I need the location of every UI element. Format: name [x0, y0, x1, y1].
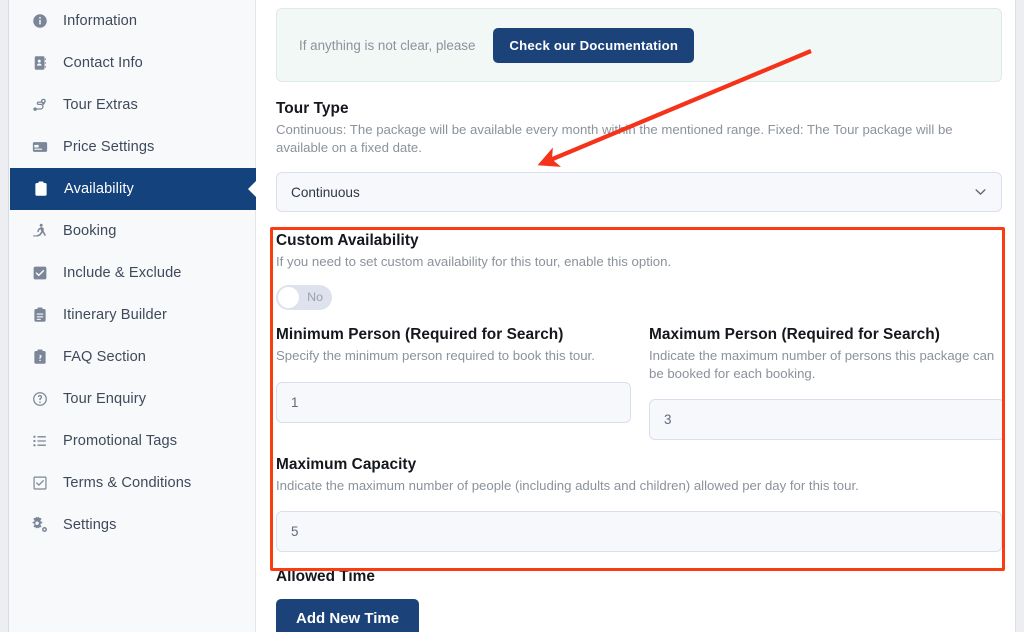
- checkbox-icon: [31, 264, 49, 282]
- clipboard-question-icon: [31, 348, 49, 366]
- toggle-knob: [278, 287, 299, 308]
- app-root: Information Contact Info Tour Extras Price …: [0, 0, 1024, 632]
- documentation-banner: If anything is not clear, please Check o…: [276, 8, 1002, 82]
- right-page-gutter: [1016, 0, 1024, 632]
- sidebar-item-availability[interactable]: Availability: [10, 168, 256, 210]
- sidebar-item-tour-extras[interactable]: Tour Extras: [9, 84, 255, 126]
- sidebar-item-itinerary-builder[interactable]: Itinerary Builder: [9, 294, 255, 336]
- sidebar-item-information[interactable]: Information: [9, 0, 255, 42]
- active-item-notch: [248, 180, 257, 198]
- contact-card-icon: [31, 54, 49, 72]
- custom-availability-description: If you need to set custom availability f…: [276, 253, 1002, 271]
- documentation-banner-text: If anything is not clear, please: [299, 38, 475, 53]
- sidebar-nav: Information Contact Info Tour Extras Price …: [9, 0, 256, 632]
- sidebar-item-label: Settings: [63, 517, 117, 533]
- sidebar-item-booking[interactable]: Booking: [9, 210, 255, 252]
- maximum-capacity-section: Maximum Capacity Indicate the maximum nu…: [276, 456, 1002, 552]
- sidebar-item-label: Availability: [64, 181, 134, 197]
- sidebar-item-label: Contact Info: [63, 55, 143, 71]
- sidebar-item-terms-conditions[interactable]: Terms & Conditions: [9, 462, 255, 504]
- person-limits-row: Minimum Person (Required for Search) Spe…: [276, 326, 1002, 440]
- sidebar-item-promotional-tags[interactable]: Promotional Tags: [9, 420, 255, 462]
- maximum-capacity-title: Maximum Capacity: [276, 456, 1002, 474]
- toggle-state-label: No: [307, 290, 323, 304]
- check-documentation-button[interactable]: Check our Documentation: [493, 28, 694, 63]
- gears-icon: [31, 516, 49, 534]
- credit-card-icon: [31, 138, 49, 156]
- custom-availability-title: Custom Availability: [276, 232, 1002, 250]
- left-page-gutter: [0, 0, 8, 632]
- route-icon: [31, 96, 49, 114]
- add-new-time-button[interactable]: Add New Time: [276, 599, 419, 632]
- maximum-person-group: Maximum Person (Required for Search) Ind…: [639, 326, 1002, 440]
- question-circle-icon: [31, 390, 49, 408]
- maximum-person-title: Maximum Person (Required for Search): [649, 326, 1002, 344]
- custom-availability-toggle[interactable]: No: [276, 285, 332, 310]
- tour-type-select-value: Continuous: [291, 185, 360, 200]
- sidebar-item-label: Price Settings: [63, 139, 154, 155]
- maximum-person-input[interactable]: 3: [649, 399, 1005, 440]
- minimum-person-input[interactable]: 1: [276, 382, 631, 423]
- sidebar-item-label: Tour Extras: [63, 97, 138, 113]
- minimum-person-description: Specify the minimum person required to b…: [276, 347, 639, 365]
- sidebar-item-label: Booking: [63, 223, 116, 239]
- info-circle-icon: [31, 12, 49, 30]
- clipboard-list-icon: [31, 306, 49, 324]
- tour-type-select[interactable]: Continuous: [276, 172, 1002, 212]
- sidebar-item-label: FAQ Section: [63, 349, 146, 365]
- sidebar-item-label: Information: [63, 13, 137, 29]
- sidebar-item-label: Itinerary Builder: [63, 307, 167, 323]
- maximum-capacity-input[interactable]: 5: [276, 511, 1002, 552]
- maximum-capacity-description: Indicate the maximum number of people (i…: [276, 477, 1002, 495]
- tour-type-title: Tour Type: [276, 100, 1002, 118]
- custom-availability-section: Custom Availability If you need to set c…: [276, 232, 1002, 310]
- minimum-person-title: Minimum Person (Required for Search): [276, 326, 639, 344]
- checkbox-outline-icon: [31, 474, 49, 492]
- sidebar-item-price-settings[interactable]: Price Settings: [9, 126, 255, 168]
- sidebar-item-label: Tour Enquiry: [63, 391, 146, 407]
- allowed-time-title: Allowed Time: [276, 568, 419, 586]
- sidebar-item-label: Promotional Tags: [63, 433, 177, 449]
- tour-type-description: Continuous: The package will be availabl…: [276, 121, 1002, 156]
- list-icon: [31, 432, 49, 450]
- sidebar-item-include-exclude[interactable]: Include & Exclude: [9, 252, 255, 294]
- sidebar-item-faq-section[interactable]: FAQ Section: [9, 336, 255, 378]
- sidebar-item-label: Include & Exclude: [63, 265, 182, 281]
- chevron-down-icon: [974, 186, 987, 199]
- sidebar-item-tour-enquiry[interactable]: Tour Enquiry: [9, 378, 255, 420]
- maximum-person-description: Indicate the maximum number of persons t…: [649, 347, 1002, 382]
- walking-person-icon: [31, 222, 49, 240]
- clipboard-icon: [32, 180, 50, 198]
- minimum-person-group: Minimum Person (Required for Search) Spe…: [276, 326, 639, 440]
- sidebar-item-contact-info[interactable]: Contact Info: [9, 42, 255, 84]
- allowed-time-section: Allowed Time Add New Time: [276, 568, 419, 632]
- tour-type-section: Tour Type Continuous: The package will b…: [276, 100, 1002, 212]
- sidebar-item-label: Terms & Conditions: [63, 475, 191, 491]
- main-content: If anything is not clear, please Check o…: [257, 0, 1015, 632]
- sidebar-item-settings[interactable]: Settings: [9, 504, 255, 546]
